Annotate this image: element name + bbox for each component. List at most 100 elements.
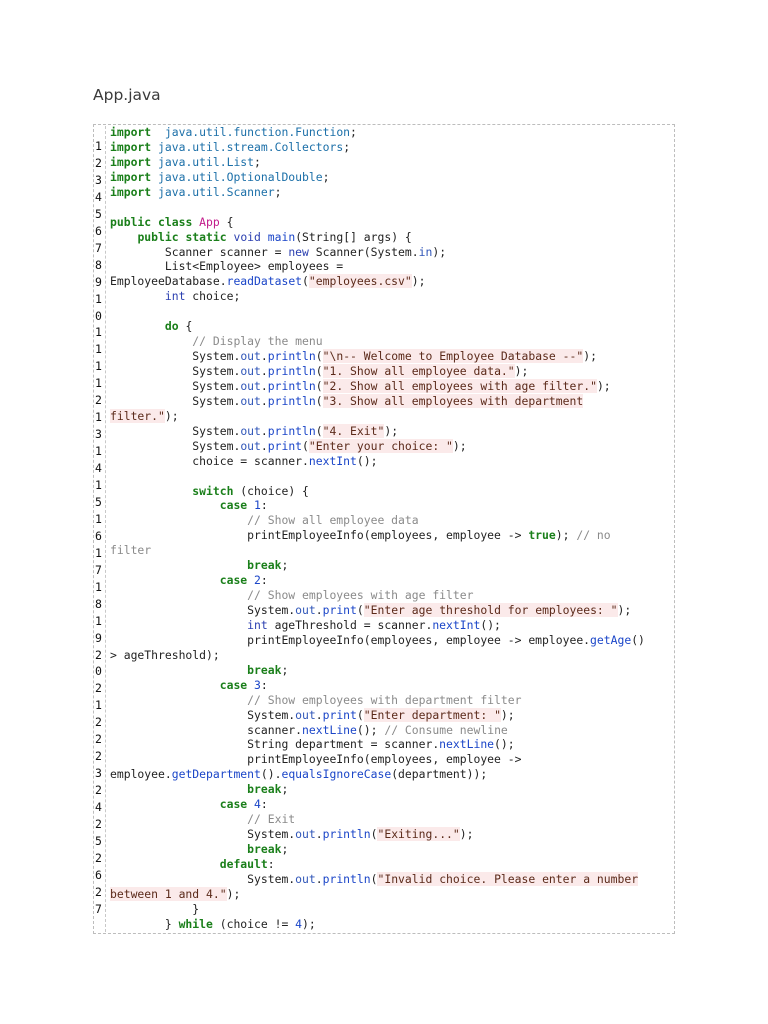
code-token: break [247, 782, 282, 797]
code-token: public [110, 214, 152, 229]
code-token: ; [281, 842, 289, 856]
code-line: import java.util.OptionalDouble; [110, 170, 645, 185]
code-line: String department = scanner.nextLine(); [110, 737, 645, 752]
line-number: 0 [95, 664, 102, 679]
line-number: 2 [95, 783, 102, 798]
code-token: out [240, 349, 261, 364]
code-token: ; [274, 184, 282, 199]
line-number: 1 [95, 342, 102, 357]
line-number: 1 [95, 613, 102, 628]
code-token: employee. [110, 767, 172, 782]
code-token: ; [254, 154, 261, 169]
gutter-divider [105, 126, 106, 932]
code-token: (); [356, 453, 378, 468]
code-line: import java.util.Scanner; [110, 185, 645, 200]
code-token: . [260, 438, 268, 453]
code-token: out [295, 871, 316, 886]
code-line: List<Employee> employees = [110, 259, 645, 274]
code-token: java.util.function.Function [164, 125, 351, 139]
line-number: 5 [95, 833, 102, 848]
code-token: readDataset [226, 274, 303, 289]
code-token: : [260, 797, 268, 812]
code-token: . [260, 393, 268, 408]
code-token: import [110, 184, 152, 199]
code-token: 4 [295, 916, 303, 931]
code-line: // Show all employee data [110, 513, 645, 528]
code-token: out [240, 364, 261, 378]
code-line: System.out.println("Exiting..."); [110, 827, 645, 842]
line-number: 5 [95, 494, 102, 509]
line-number: 2 [95, 850, 102, 865]
code-token: "employees.csv" [308, 274, 412, 289]
code-token: ); [555, 528, 577, 543]
code-token: default [219, 856, 268, 871]
code-line: choice = scanner.nextInt(); [110, 454, 645, 469]
code-token: // Show employees with department filter [247, 692, 522, 707]
line-number: 6 [95, 223, 102, 238]
code-token: ( [315, 378, 323, 393]
code-line: > ageThreshold); [110, 648, 645, 663]
code-token: // Display the menu [192, 334, 323, 349]
code-line: import java.util.List; [110, 155, 645, 170]
code-token: java.util.OptionalDouble [151, 169, 323, 184]
code-line: default: [110, 857, 645, 872]
code-token: nextLine [439, 737, 495, 752]
code-token: . [260, 364, 268, 378]
code-token: out [240, 423, 261, 438]
line-number: 7 [95, 240, 102, 255]
document-title: App.java [93, 86, 161, 104]
code-token: System. [110, 364, 241, 378]
code-token: System. [110, 871, 296, 886]
code-token: : [260, 677, 268, 692]
line-number: 3 [95, 766, 102, 781]
code-token: > ageThreshold); [110, 647, 220, 662]
line-number: 3 [95, 427, 102, 442]
code-token: ; [343, 139, 351, 154]
code-token: in [418, 244, 433, 259]
code-token: printEmployeeInfo(employees, employee -> [110, 528, 529, 543]
code-line: System.out.print("Enter department: "); [110, 707, 645, 723]
code-token: do [164, 319, 179, 334]
code-token: println [267, 364, 316, 378]
code-token: . [315, 707, 323, 722]
line-number: 1 [95, 579, 102, 594]
code-token: ( [356, 707, 364, 722]
code-line: case 1: [110, 498, 645, 513]
code-token: ; [350, 125, 357, 139]
code-token: System. [110, 349, 241, 364]
code-token: ); [596, 378, 611, 393]
code-line: switch (choice) { [110, 484, 645, 499]
code-token: // no [576, 528, 611, 543]
line-number: 1 [95, 511, 102, 526]
code-token: (department)); [391, 767, 488, 782]
code-token: import [110, 125, 152, 139]
code-content: import java.util.function.Function; impor… [110, 125, 645, 932]
code-token: out [240, 438, 261, 453]
code-token: println [267, 378, 316, 393]
line-number: 1 [95, 359, 102, 374]
code-line: break; [110, 842, 645, 857]
code-token: choice = scanner. [110, 453, 309, 468]
code-token: ( [315, 349, 323, 364]
code-token: System. [110, 438, 241, 453]
code-line: scanner.nextLine(); // Consume newline [110, 723, 645, 738]
code-line: case 3: [110, 678, 645, 693]
code-token: () [631, 632, 645, 647]
code-token: ); [583, 349, 597, 364]
code-token: printEmployeeInfo(employees, employee ->… [110, 632, 591, 647]
code-token: 4 [254, 797, 261, 812]
code-token: main [267, 229, 296, 244]
code-token: println [267, 349, 316, 364]
code-token: "Enter age threshold for employees: " [363, 603, 618, 617]
code-line: System.out.println("1. Show all employee… [110, 364, 645, 379]
code-line: System.out.println("4. Exit"); [110, 423, 645, 439]
